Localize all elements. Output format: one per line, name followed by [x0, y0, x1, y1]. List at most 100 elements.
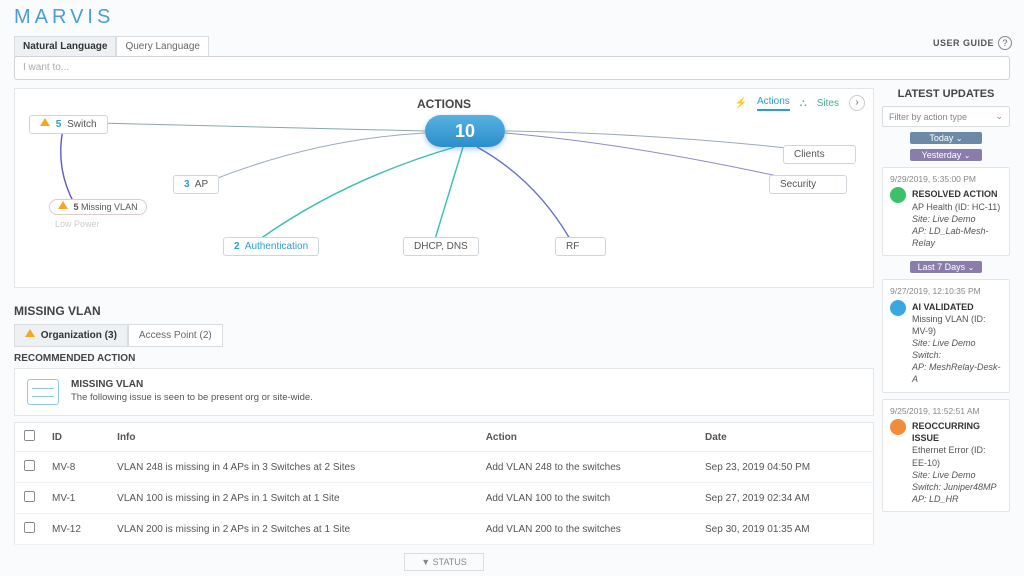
issues-table: ID Info Action Date MV-8 VLAN 248 is mis…	[14, 422, 874, 545]
update-line: AP Health (ID: HC-11)	[912, 201, 1002, 213]
sub-mv-count: 5	[74, 202, 79, 212]
filter-action-type[interactable]: Filter by action type ⌄	[882, 106, 1010, 127]
help-icon[interactable]: ?	[998, 36, 1012, 50]
node-ap-label: AP	[195, 179, 208, 190]
search-input[interactable]: I want to...	[14, 56, 1010, 80]
col-info[interactable]: Info	[109, 423, 478, 452]
tab-organization[interactable]: Organization (3)	[14, 324, 128, 347]
cell-action: Add VLAN 248 to the switches	[478, 452, 697, 483]
table-row[interactable]: MV-8 VLAN 248 is missing in 4 APs in 3 S…	[15, 452, 874, 483]
update-line: AP: LD_HR	[912, 493, 1002, 505]
update-card[interactable]: 9/27/2019, 12:10:35 PM AI VALIDATED Miss…	[882, 279, 1010, 392]
brand-logo: MARVIS	[14, 6, 114, 29]
node-auth-count: 2	[234, 241, 240, 252]
row-checkbox[interactable]	[24, 522, 35, 533]
node-switch-label: Switch	[67, 119, 96, 130]
filter-placeholder: Filter by action type	[889, 112, 967, 122]
user-guide-link[interactable]: USER GUIDE	[933, 38, 994, 48]
cell-id: MV-8	[44, 452, 109, 483]
switch-subitems: 5 Missing VLAN Low Power	[49, 199, 147, 229]
warning-icon	[25, 329, 35, 337]
update-line: Site: Live Demo	[912, 337, 1002, 349]
resolved-icon	[890, 187, 906, 203]
tab-natural-language[interactable]: Natural Language	[14, 36, 116, 57]
update-heading: RESOLVED ACTION	[912, 188, 1002, 200]
language-tabs: Natural Language Query Language	[14, 36, 209, 57]
reoccurring-icon	[890, 419, 906, 435]
sub-mv-label: Missing VLAN	[81, 202, 138, 212]
row-checkbox[interactable]	[24, 460, 35, 471]
node-rf[interactable]: RF	[555, 237, 606, 256]
node-ap-count: 3	[184, 179, 190, 190]
cell-action: Add VLAN 100 to the switch	[478, 483, 697, 514]
col-date[interactable]: Date	[697, 423, 874, 452]
update-timestamp: 9/25/2019, 11:52:51 AM	[890, 406, 1002, 417]
table-row[interactable]: MV-12 VLAN 200 is missing in 2 APs in 2 …	[15, 514, 874, 545]
tab-query-language[interactable]: Query Language	[116, 36, 209, 57]
col-action[interactable]: Action	[478, 423, 697, 452]
node-authentication[interactable]: 2 Authentication	[223, 237, 319, 256]
switch-stack-icon	[27, 379, 59, 405]
recommended-action-card: MISSING VLAN The following issue is seen…	[14, 368, 874, 416]
chevron-down-icon: ⌄	[968, 263, 975, 272]
rec-card-title: MISSING VLAN	[71, 379, 313, 390]
cell-info: VLAN 100 is missing in 2 APs in 1 Switch…	[109, 483, 478, 514]
update-card[interactable]: 9/29/2019, 5:35:00 PM RESOLVED ACTION AP…	[882, 167, 1010, 256]
update-heading: REOCCURRING ISSUE	[912, 420, 1002, 444]
sub-missing-vlan[interactable]: 5 Missing VLAN	[49, 199, 147, 215]
cell-id: MV-1	[44, 483, 109, 514]
warning-icon	[58, 201, 68, 209]
cell-date: Sep 23, 2019 04:50 PM	[697, 452, 874, 483]
update-line: Missing VLAN (ID: MV-9)	[912, 313, 1002, 337]
chevron-down-icon: ⌄	[956, 134, 963, 143]
node-switch-count: 5	[56, 119, 62, 130]
actions-canvas: ACTIONS ⚡ Actions ⛬ Sites › 10	[14, 88, 874, 288]
tag-today[interactable]: Today ⌄	[910, 132, 982, 144]
update-timestamp: 9/29/2019, 5:35:00 PM	[890, 174, 1002, 185]
tag-last-7-days[interactable]: Last 7 Days ⌄	[910, 261, 982, 273]
update-line: Switch: Juniper48MP	[912, 481, 1002, 493]
rec-card-subtitle: The following issue is seen to be presen…	[71, 392, 313, 403]
node-auth-label: Authentication	[245, 241, 308, 252]
update-line: Site: Live Demo	[912, 469, 1002, 481]
sub-low-power[interactable]: Low Power	[55, 219, 147, 229]
cell-date: Sep 30, 2019 01:35 AM	[697, 514, 874, 545]
tab-access-point[interactable]: Access Point (2)	[128, 324, 223, 347]
node-switch[interactable]: 5 Switch	[29, 115, 108, 134]
update-card[interactable]: 9/25/2019, 11:52:51 AM REOCCURRING ISSUE…	[882, 399, 1010, 512]
chevron-down-icon: ⌄	[995, 111, 1003, 122]
latest-updates-panel: LATEST UPDATES Filter by action type ⌄ T…	[882, 88, 1010, 564]
cell-action: Add VLAN 200 to the switches	[478, 514, 697, 545]
recommended-action-label: RECOMMENDED ACTION	[14, 353, 874, 364]
section-title-missing-vlan: MISSING VLAN	[14, 304, 874, 318]
actions-hub[interactable]: 10	[425, 115, 505, 147]
ai-validated-icon	[890, 300, 906, 316]
update-heading: AI VALIDATED	[912, 301, 1002, 313]
update-line: AP: MeshRelay-Desk-A	[912, 361, 1002, 385]
node-clients[interactable]: Clients	[783, 145, 856, 164]
row-checkbox[interactable]	[24, 491, 35, 502]
cell-info: VLAN 200 is missing in 2 APs in 2 Switch…	[109, 514, 478, 545]
update-line: Switch:	[912, 349, 1002, 361]
cell-info: VLAN 248 is missing in 4 APs in 3 Switch…	[109, 452, 478, 483]
warning-icon	[40, 118, 50, 126]
latest-updates-title: LATEST UPDATES	[882, 88, 1010, 100]
tag-yesterday[interactable]: Yesterday ⌄	[910, 149, 982, 161]
node-dhcp-dns[interactable]: DHCP, DNS	[403, 237, 479, 256]
update-timestamp: 9/27/2019, 12:10:35 PM	[890, 286, 1002, 297]
col-id[interactable]: ID	[44, 423, 109, 452]
main-column: ACTIONS ⚡ Actions ⛬ Sites › 10	[14, 88, 874, 564]
chevron-down-icon: ⌄	[964, 151, 971, 160]
cell-id: MV-12	[44, 514, 109, 545]
table-row[interactable]: MV-1 VLAN 100 is missing in 2 APs in 1 S…	[15, 483, 874, 514]
missing-vlan-tabs: Organization (3) Access Point (2)	[14, 324, 874, 347]
update-line: Site: Live Demo	[912, 213, 1002, 225]
update-line: Ethernet Error (ID: EE-10)	[912, 444, 1002, 468]
node-security[interactable]: Security	[769, 175, 847, 194]
status-button[interactable]: ▼ STATUS	[404, 553, 484, 571]
tab-organization-label: Organization (3)	[41, 330, 117, 341]
node-ap[interactable]: 3 AP	[173, 175, 219, 194]
cell-date: Sep 27, 2019 02:34 AM	[697, 483, 874, 514]
col-checkbox[interactable]	[15, 423, 45, 452]
update-line: AP: LD_Lab-Mesh-Relay	[912, 225, 1002, 249]
